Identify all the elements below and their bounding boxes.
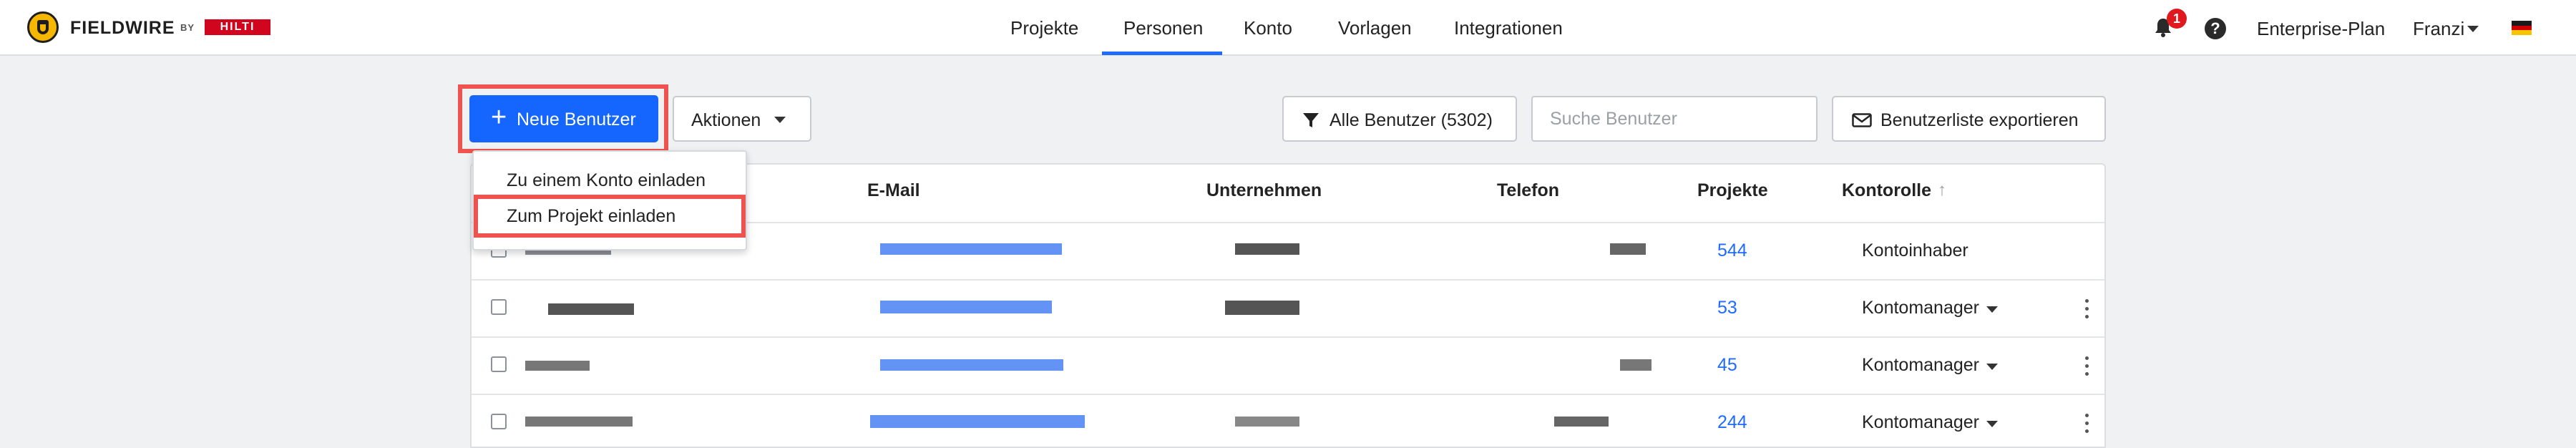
new-user-label: Neue Benutzer	[517, 109, 636, 130]
export-label: Benutzerliste exportieren	[1880, 110, 2079, 130]
actions-label: Aktionen	[691, 110, 761, 130]
new-user-button[interactable]: + Neue Benutzer	[469, 95, 658, 142]
tab-konto[interactable]: Konto	[1244, 17, 1292, 39]
plus-icon: +	[491, 102, 507, 132]
tab-projekte[interactable]: Projekte	[1010, 17, 1078, 39]
row-checkbox[interactable]	[491, 299, 507, 315]
projects-count-link[interactable]: 53	[1717, 298, 1737, 318]
redacted-phone	[1610, 243, 1646, 255]
redacted-company	[1235, 417, 1299, 427]
more-options-icon[interactable]	[2085, 299, 2089, 319]
redacted-company	[1225, 301, 1299, 315]
plan-link[interactable]: Enterprise-Plan	[2257, 18, 2385, 40]
account-role-dropdown[interactable]: Kontomanager	[1862, 355, 1979, 376]
redacted-name	[548, 303, 634, 315]
notification-badge: 1	[2167, 9, 2187, 29]
column-header-projects[interactable]: Projekte	[1697, 180, 1768, 201]
search-input[interactable]	[1531, 96, 1818, 142]
redacted-name	[525, 417, 633, 427]
filter-users-button[interactable]: Alle Benutzer (5302)	[1282, 96, 1517, 142]
redacted-name	[525, 361, 590, 371]
column-header-company[interactable]: Unternehmen	[1206, 180, 1322, 201]
redacted-email	[880, 243, 1062, 255]
filter-icon	[1303, 113, 1319, 127]
actions-dropdown-button[interactable]: Aktionen	[673, 96, 811, 142]
account-role-dropdown[interactable]: Kontomanager	[1862, 298, 1979, 318]
menu-item-invite-to-project[interactable]: Zum Projekt einladen	[507, 206, 675, 227]
redacted-email	[880, 359, 1063, 371]
redacted-email	[880, 301, 1052, 313]
redacted-phone	[1620, 359, 1652, 371]
projects-count-link[interactable]: 45	[1717, 355, 1737, 376]
chevron-down-icon[interactable]	[1986, 421, 1998, 427]
filter-label: Alle Benutzer (5302)	[1330, 110, 1493, 130]
fieldwire-logo-icon[interactable]	[27, 11, 59, 43]
account-role: Kontoinhaber	[1862, 240, 1968, 260]
brand-name[interactable]: FIELDWIRE	[70, 18, 175, 39]
account-role-dropdown[interactable]: Kontomanager	[1862, 412, 1979, 433]
column-header-account-role[interactable]: Kontorolle	[1842, 180, 1931, 201]
projects-count-link[interactable]: 244	[1717, 412, 1747, 433]
more-options-icon[interactable]	[2085, 414, 2089, 434]
redacted-company	[1235, 243, 1299, 255]
chevron-down-icon[interactable]	[1986, 364, 1998, 370]
tab-personen[interactable]: Personen	[1123, 17, 1203, 39]
row-checkbox[interactable]	[491, 414, 507, 429]
chevron-down-icon[interactable]	[2467, 26, 2479, 32]
more-options-icon[interactable]	[2085, 356, 2089, 376]
envelope-icon	[1852, 113, 1872, 127]
row-divider	[472, 279, 2104, 281]
active-tab-indicator	[1102, 52, 1222, 55]
menu-item-invite-to-account[interactable]: Zu einem Konto einladen	[507, 170, 706, 191]
top-navigation-bar: FIELDWIRE BY HILTI Projekte Personen Kon…	[0, 0, 2576, 56]
brand-by-label: BY	[180, 22, 195, 33]
chevron-down-icon[interactable]	[1986, 306, 1998, 313]
row-divider	[472, 336, 2104, 338]
hilti-logo: HILTI	[205, 19, 270, 35]
sort-ascending-icon[interactable]: ↑	[1938, 180, 1946, 200]
help-icon[interactable]: ?	[2205, 18, 2226, 39]
export-user-list-button[interactable]: Benutzerliste exportieren	[1832, 96, 2106, 142]
projects-count-link[interactable]: 544	[1717, 240, 1747, 261]
column-header-phone[interactable]: Telefon	[1497, 180, 1559, 201]
row-checkbox[interactable]	[491, 356, 507, 372]
chevron-down-icon	[774, 117, 786, 123]
row-divider	[472, 394, 2104, 395]
german-flag-icon[interactable]	[2512, 21, 2532, 35]
redacted-phone	[1554, 417, 1609, 427]
user-menu[interactable]: Franzi	[2413, 18, 2464, 40]
tab-vorlagen[interactable]: Vorlagen	[1338, 17, 1412, 39]
tab-integrationen[interactable]: Integrationen	[1454, 17, 1563, 39]
column-header-email[interactable]: E-Mail	[867, 180, 920, 201]
redacted-email	[870, 415, 1085, 428]
